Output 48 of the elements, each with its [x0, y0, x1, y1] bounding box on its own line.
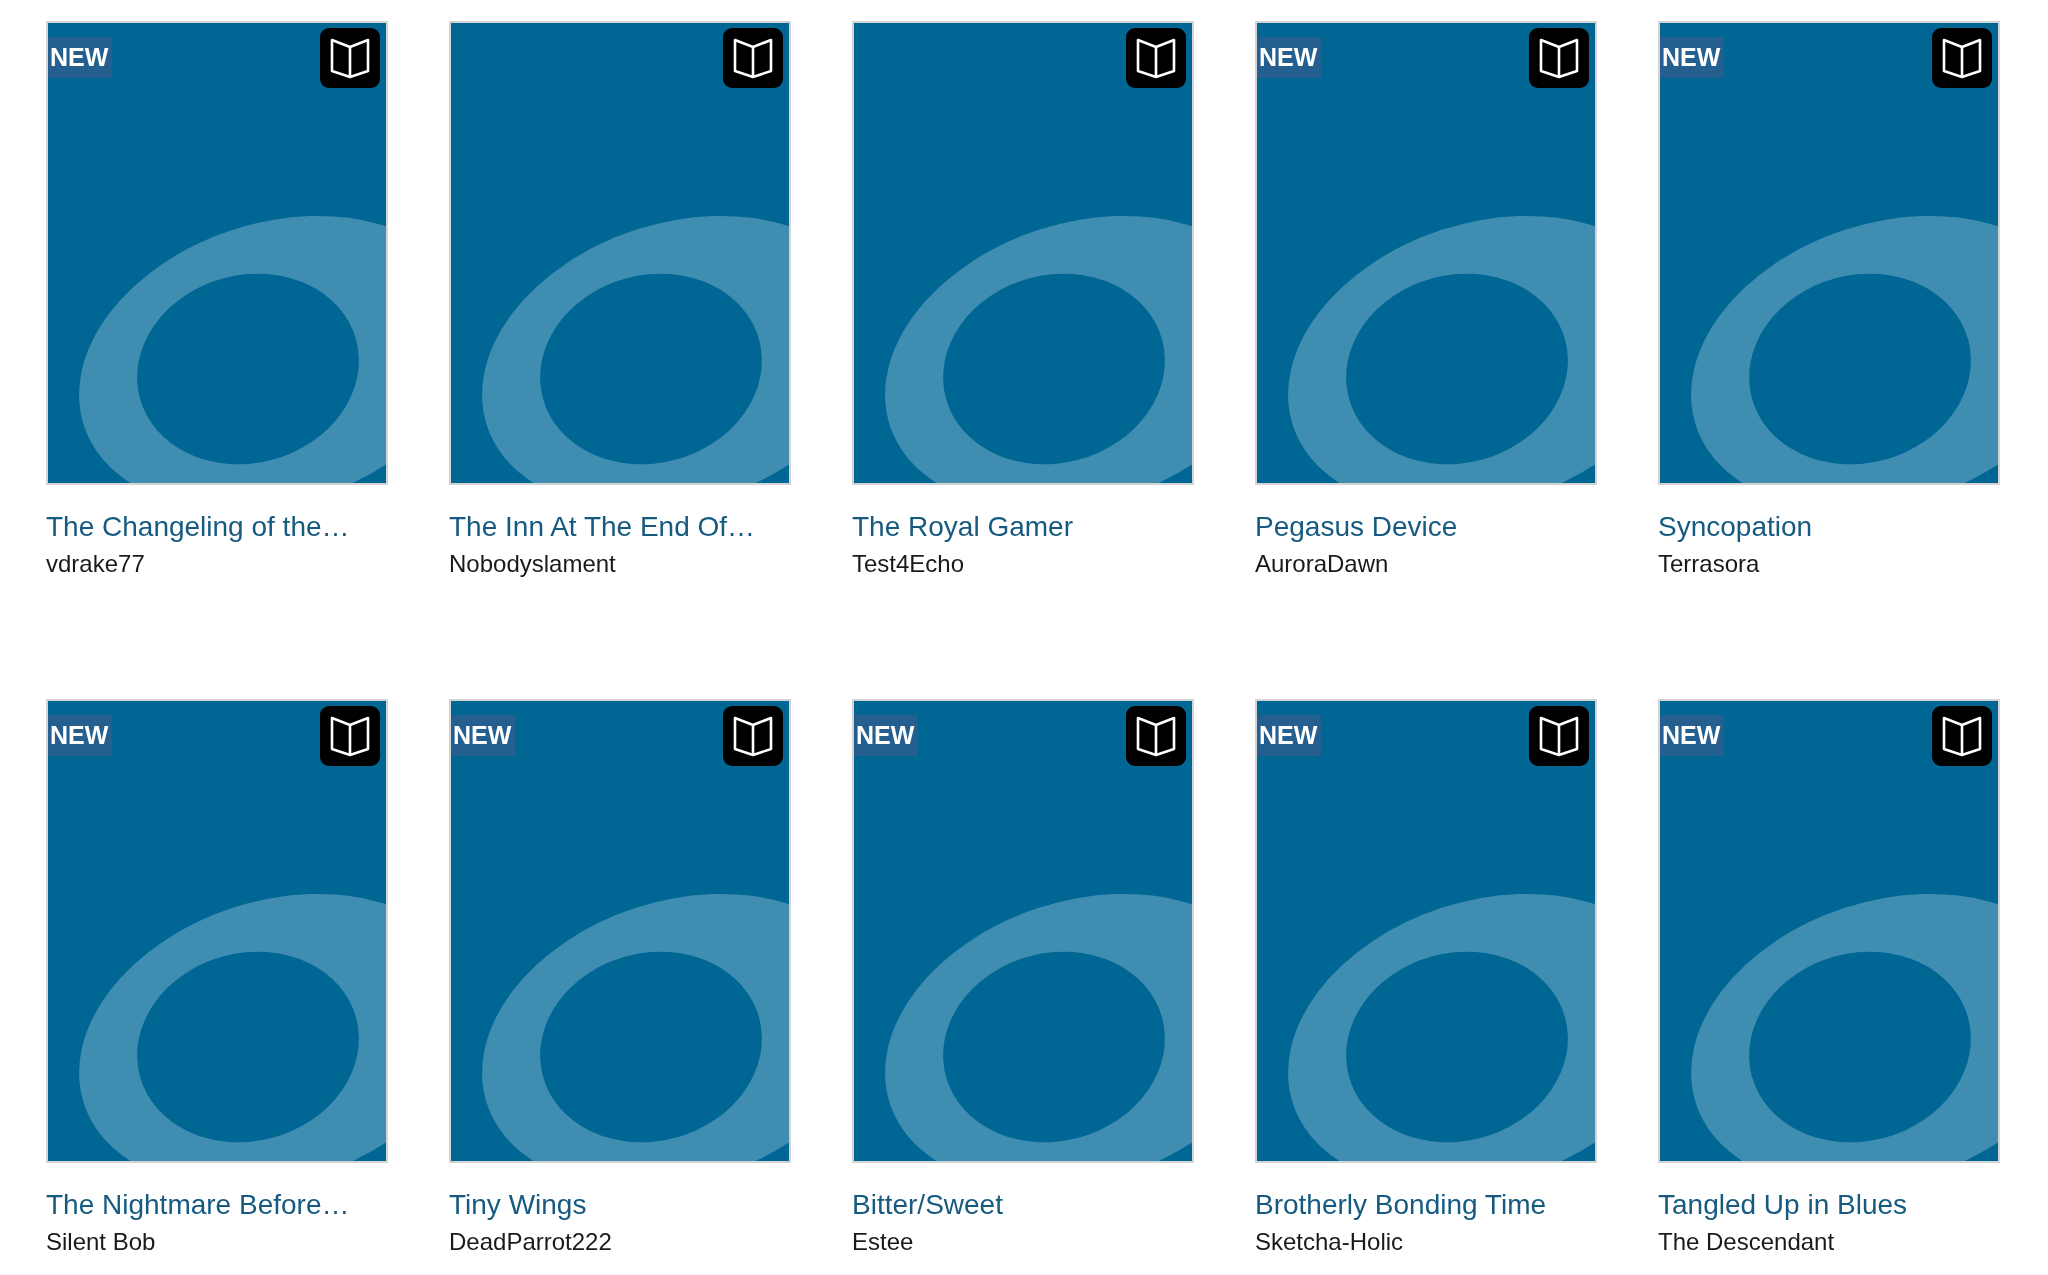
book-author: The Descendant — [1658, 1227, 1836, 1257]
book-title[interactable]: Pegasus Device — [1255, 509, 1597, 545]
new-badge: NEW — [1660, 37, 1725, 78]
new-badge: NEW — [1257, 715, 1322, 756]
open-book-icon[interactable] — [1126, 706, 1186, 766]
book-cover[interactable]: NEW — [46, 21, 388, 485]
new-badge: NEW — [48, 37, 113, 78]
open-book-icon[interactable] — [320, 706, 380, 766]
book-author: Estee — [852, 1227, 915, 1257]
open-book-icon[interactable] — [1932, 28, 1992, 88]
open-book-icon[interactable] — [1932, 706, 1992, 766]
book-title[interactable]: The Inn At The End Of… — [449, 509, 791, 545]
book-cover[interactable] — [852, 21, 1194, 485]
new-badge: NEW — [854, 715, 919, 756]
book-cover[interactable]: NEW — [852, 699, 1194, 1163]
open-book-icon[interactable] — [320, 28, 380, 88]
book-cover[interactable]: NEW — [1658, 699, 2000, 1163]
book-author: DeadParrot222 — [449, 1227, 613, 1257]
book-author: Nobodyslament — [449, 549, 617, 579]
book-cover[interactable] — [449, 21, 791, 485]
book-title[interactable]: Bitter/Sweet — [852, 1187, 1194, 1223]
new-badge: NEW — [451, 715, 516, 756]
new-badge: NEW — [1660, 715, 1725, 756]
book-cover[interactable]: NEW — [46, 699, 388, 1163]
new-badge: NEW — [48, 715, 113, 756]
book-title[interactable]: The Royal Gamer — [852, 509, 1194, 545]
book-cover[interactable]: NEW — [1658, 21, 2000, 485]
book-author: AuroraDawn — [1255, 549, 1390, 579]
book-title[interactable]: Brotherly Bonding Time — [1255, 1187, 1597, 1223]
open-book-icon[interactable] — [1126, 28, 1186, 88]
book-cover[interactable]: NEW — [1255, 699, 1597, 1163]
open-book-icon[interactable] — [1529, 28, 1589, 88]
open-book-icon[interactable] — [723, 28, 783, 88]
book-title[interactable]: Tangled Up in Blues — [1658, 1187, 2000, 1223]
new-badge: NEW — [1257, 37, 1322, 78]
book-cover[interactable]: NEW — [449, 699, 791, 1163]
book-author: Sketcha-Holic — [1255, 1227, 1405, 1257]
book-title[interactable]: Tiny Wings — [449, 1187, 791, 1223]
open-book-icon[interactable] — [1529, 706, 1589, 766]
book-title[interactable]: The Changeling of the… — [46, 509, 388, 545]
book-author: Test4Echo — [852, 549, 966, 579]
book-title[interactable]: The Nightmare Before… — [46, 1187, 388, 1223]
book-author: vdrake77 — [46, 549, 146, 579]
book-author: Terrasora — [1658, 549, 1761, 579]
book-cover[interactable]: NEW — [1255, 21, 1597, 485]
open-book-icon[interactable] — [723, 706, 783, 766]
book-title[interactable]: Syncopation — [1658, 509, 2000, 545]
book-author: Silent Bob — [46, 1227, 157, 1257]
